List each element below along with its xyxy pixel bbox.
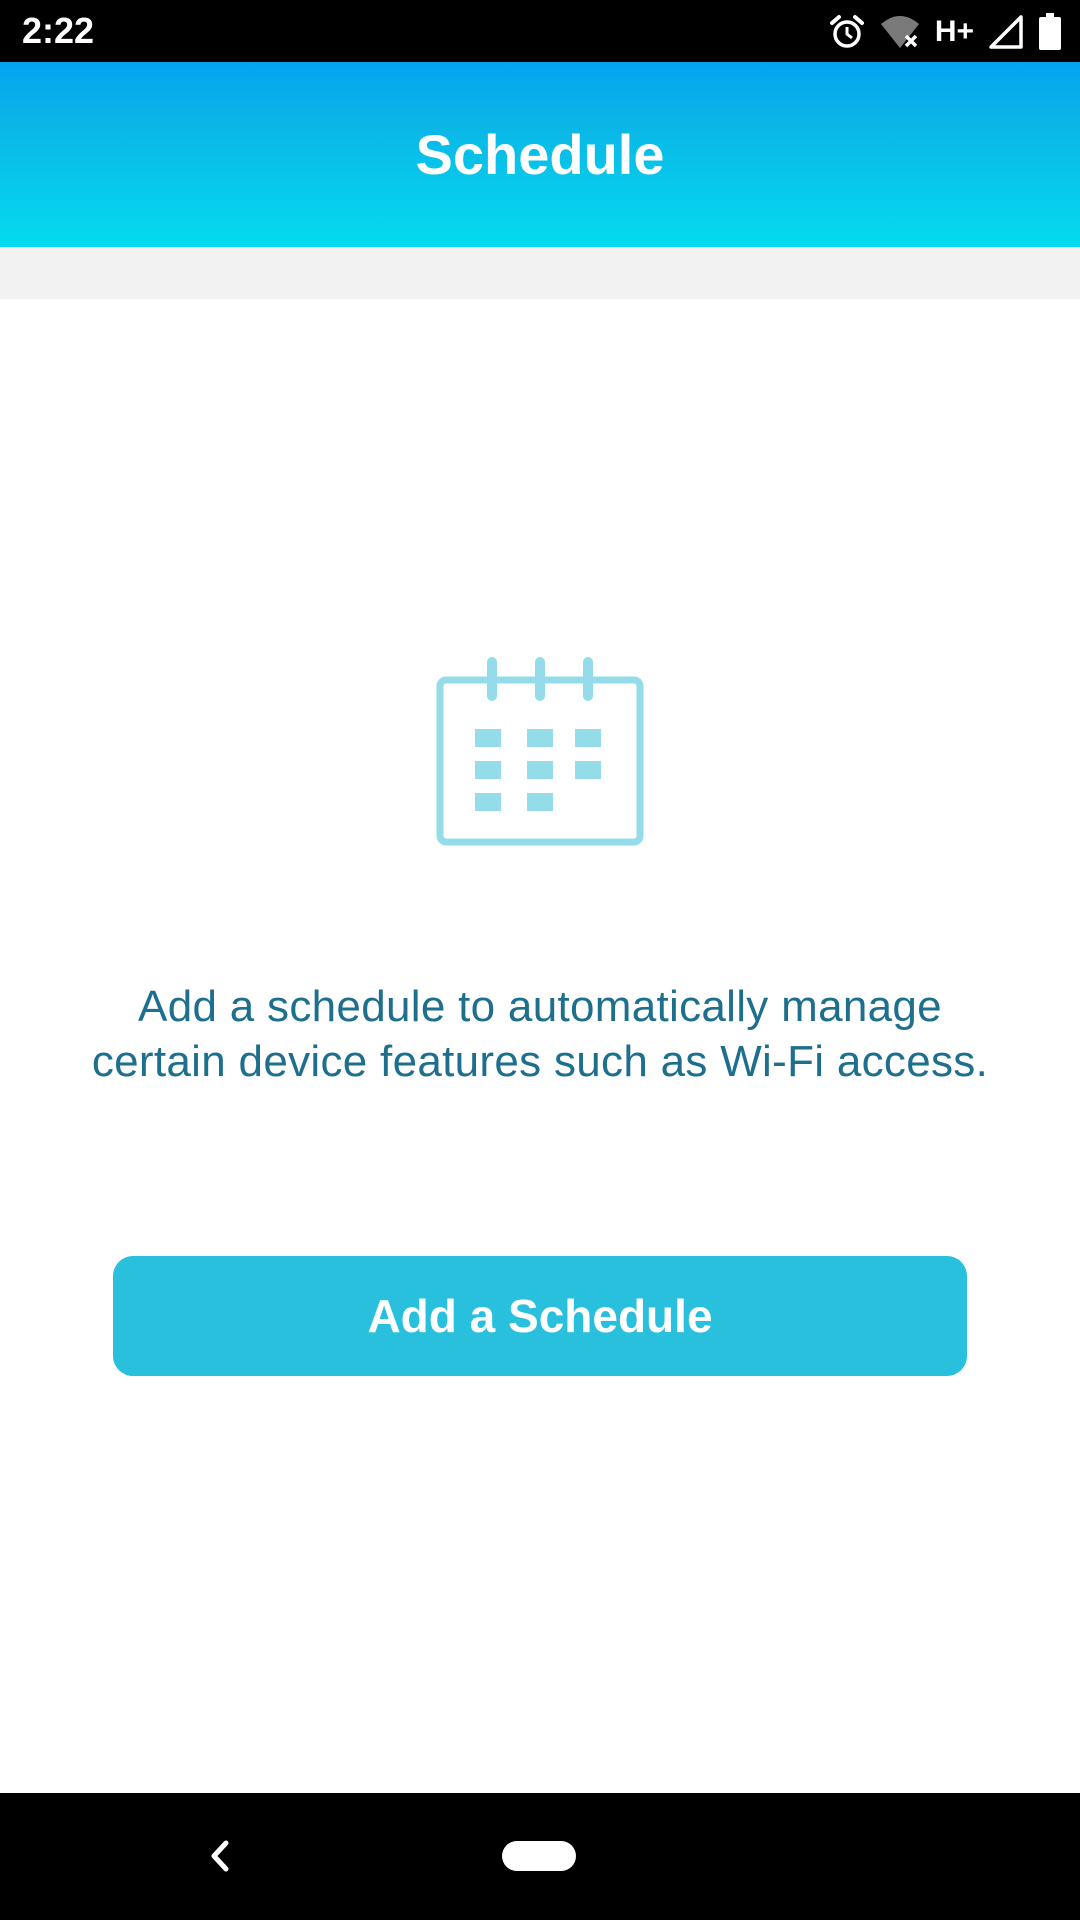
status-icons: H+ [829,10,1062,54]
signal-icon [989,15,1023,49]
wifi-off-icon [880,16,919,48]
empty-state-message: Add a schedule to automatically manage c… [40,979,1040,1089]
calendar-icon [435,657,645,847]
page-title: Schedule [415,123,665,186]
back-icon[interactable] [198,1833,244,1879]
empty-message-line-2: certain device features such as Wi-Fi ac… [91,1037,989,1086]
battery-icon [1039,13,1061,50]
status-bar: 2:22 H+ [0,0,1080,62]
system-nav-bar [0,1793,1080,1920]
status-time: 2:22 [22,10,95,51]
schedule-empty-state: Add a schedule to automatically manage c… [0,299,1080,1793]
app-header: Schedule [0,62,1080,247]
network-type: H+ [934,15,974,48]
empty-message-line-1: Add a schedule to automatically manage [138,982,942,1031]
add-schedule-button[interactable]: Add a Schedule [113,1256,967,1376]
home-pill-icon[interactable] [502,1841,576,1871]
alarm-icon [829,15,864,48]
header-divider-strip [0,247,1080,299]
